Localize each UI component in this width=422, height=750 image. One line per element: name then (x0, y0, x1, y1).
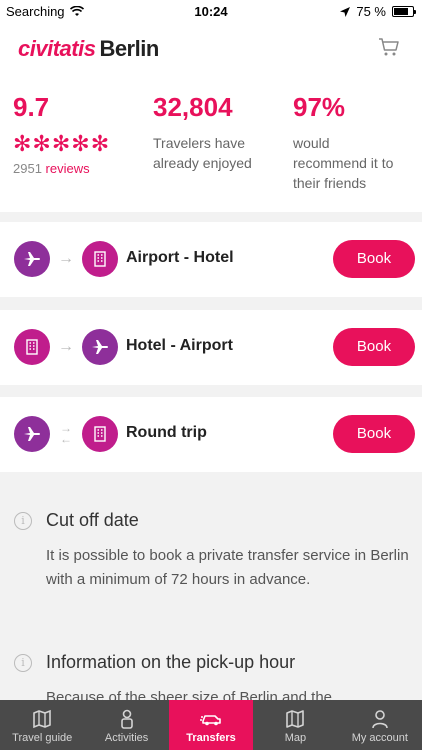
star-rating: ✻✻✻✻✻ (13, 131, 111, 156)
plane-icon (14, 416, 50, 452)
transfer-label: Round trip (126, 424, 207, 441)
battery-percent: 75 % (356, 4, 386, 19)
transfer-label: Hotel - Airport (126, 337, 233, 354)
tab-transfers[interactable]: Transfers (168, 700, 254, 750)
arrow-right-icon: → (58, 250, 74, 267)
rating-stat: 9.7 ✻✻✻✻✻ 2951 reviews (13, 92, 110, 176)
status-bar: Searching 10:24 75 % (0, 0, 422, 22)
tab-activities[interactable]: Activities (84, 700, 168, 750)
info-title: Information on the pick-up hour (46, 652, 296, 672)
hotel-icon (82, 416, 118, 452)
account-icon (372, 710, 388, 729)
transfer-hotel-airport: → Hotel - Airport Book (0, 310, 422, 385)
stats-panel: 9.7 ✻✻✻✻✻ 2951 reviews 32,804 Travelers … (0, 72, 422, 212)
travelers-desc-line: Travelers have (153, 135, 246, 151)
tab-label: Activities (104, 732, 149, 744)
map-icon (286, 710, 305, 728)
app-header: civitatis Berlin (0, 22, 422, 72)
tab-label: Map (284, 732, 307, 744)
recommend-desc-line: recommend it to (293, 155, 394, 171)
plane-icon (82, 329, 118, 365)
book-button[interactable]: Book (333, 240, 415, 278)
info-body: It is possible to book a private transfe… (46, 547, 409, 588)
recommend-stat: 97% would recommend it to their friends (293, 92, 393, 193)
swap-arrows-icon: → ← (60, 421, 72, 446)
person-icon (120, 709, 133, 729)
recommend-desc-line: would (293, 135, 330, 151)
battery-icon (392, 6, 416, 17)
cart-icon[interactable] (378, 36, 400, 58)
hotel-icon (82, 241, 118, 277)
travelers-desc: Travelers have already enjoyed (153, 133, 252, 173)
book-button[interactable]: Book (333, 415, 415, 453)
travelers-value: 32,804 (153, 92, 233, 122)
car-icon (200, 715, 221, 726)
recommend-value: 97% (293, 92, 346, 122)
transfer-round-trip: → ← Round trip Book (0, 397, 422, 472)
recommend-desc: would recommend it to their friends (293, 133, 393, 193)
info-body: Because of the sheer size of Berlin and … (46, 689, 333, 700)
tab-bar: Travel guide Activities Transfers Map My… (0, 700, 422, 750)
tab-map[interactable]: Map (253, 700, 337, 750)
book-icon (33, 709, 52, 729)
recommend-desc-line: their friends (293, 175, 367, 191)
plane-icon (14, 241, 50, 277)
info-icon: i (14, 654, 32, 672)
info-icon: i (14, 512, 32, 530)
tab-label: My account (351, 732, 408, 744)
transfer-label: Airport - Hotel (126, 249, 234, 266)
tab-travel-guide[interactable]: Travel guide (0, 700, 84, 750)
reviews-label: reviews (45, 161, 90, 176)
tab-label: Travel guide (12, 732, 73, 744)
travelers-stat: 32,804 Travelers have already enjoyed (153, 92, 252, 173)
brand: civitatis Berlin (18, 36, 159, 62)
civitatis-logo: civitatis (18, 36, 96, 61)
location-arrow-icon (340, 6, 351, 17)
reviews-count: 2951 (13, 161, 42, 176)
info-title: Cut off date (46, 510, 139, 530)
transfer-airport-hotel: → Airport - Hotel Book (0, 222, 422, 297)
book-button[interactable]: Book (333, 328, 415, 366)
arrow-right-icon: → (58, 338, 74, 355)
hotel-icon (14, 329, 50, 365)
tab-my-account[interactable]: My account (338, 700, 422, 750)
rating-value: 9.7 (13, 92, 50, 122)
reviews-link[interactable]: 2951 reviews (13, 161, 110, 176)
info-section: i Cut off date It is possible to book a … (0, 472, 422, 700)
travelers-desc-line: already enjoyed (153, 155, 252, 171)
tab-label: Transfers (186, 732, 236, 744)
city-title: Berlin (99, 36, 159, 61)
